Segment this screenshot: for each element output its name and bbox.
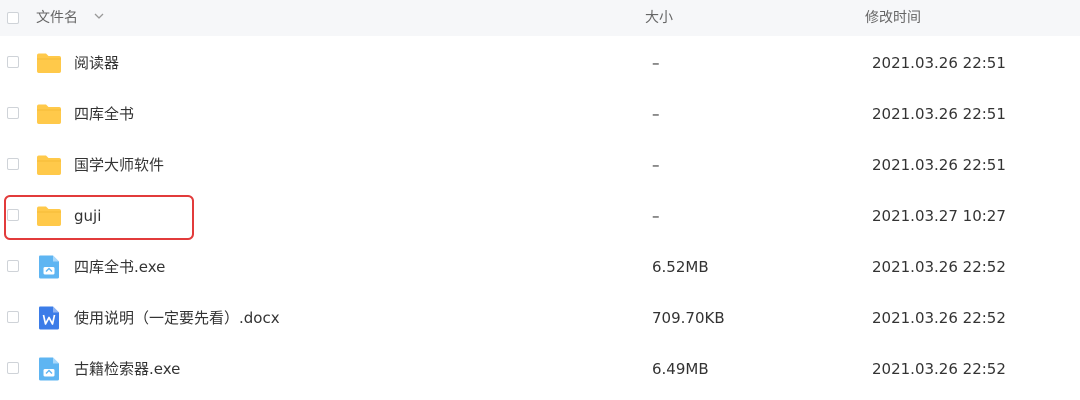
file-modified: 2021.03.26 22:52 bbox=[872, 360, 1006, 378]
chevron-down-icon[interactable] bbox=[94, 12, 104, 20]
file-modified: 2021.03.26 22:51 bbox=[872, 54, 1006, 72]
file-name: 四库全书 bbox=[74, 105, 135, 123]
row-checkbox[interactable] bbox=[7, 260, 19, 272]
folder-icon bbox=[37, 104, 61, 124]
file-size: 709.70KB bbox=[652, 309, 725, 327]
file-modified: 2021.03.26 22:51 bbox=[872, 156, 1006, 174]
file-name: 阅读器 bbox=[74, 54, 120, 72]
folder-icon bbox=[37, 155, 61, 175]
file-row[interactable]: 国学大师软件 – 2021.03.26 22:51 bbox=[0, 139, 1080, 190]
file-modified: 2021.03.27 10:27 bbox=[872, 207, 1006, 225]
row-checkbox[interactable] bbox=[7, 107, 19, 119]
exe-file-icon bbox=[39, 255, 59, 279]
word-document-icon bbox=[39, 306, 59, 330]
row-checkbox[interactable] bbox=[7, 158, 19, 170]
file-size: – bbox=[652, 54, 660, 72]
row-checkbox[interactable] bbox=[7, 362, 19, 374]
file-size: – bbox=[652, 156, 660, 174]
file-row[interactable]: 使用说明（一定要先看）.docx 709.70KB 2021.03.26 22:… bbox=[0, 292, 1080, 343]
file-modified: 2021.03.26 22:52 bbox=[872, 258, 1006, 276]
file-row[interactable]: 四库全书 – 2021.03.26 22:51 bbox=[0, 88, 1080, 139]
column-header-size[interactable]: 大小 bbox=[645, 9, 673, 27]
file-size: 6.52MB bbox=[652, 258, 709, 276]
file-name: 四库全书.exe bbox=[74, 258, 166, 276]
file-size: – bbox=[652, 105, 660, 123]
file-size: 6.49MB bbox=[652, 360, 709, 378]
column-header-name[interactable]: 文件名 bbox=[36, 9, 78, 27]
folder-icon bbox=[37, 53, 61, 73]
row-checkbox[interactable] bbox=[7, 311, 19, 323]
file-list-header: 文件名 大小 修改时间 bbox=[0, 0, 1080, 36]
file-row[interactable]: 古籍检索器.exe 6.49MB 2021.03.26 22:52 bbox=[0, 343, 1080, 394]
exe-file-icon bbox=[39, 357, 59, 381]
highlight-annotation bbox=[4, 195, 194, 240]
file-name: 使用说明（一定要先看）.docx bbox=[74, 309, 280, 327]
file-name: 古籍检索器.exe bbox=[74, 360, 181, 378]
column-header-modified[interactable]: 修改时间 bbox=[865, 9, 921, 27]
file-name: 国学大师软件 bbox=[74, 156, 165, 174]
file-row[interactable]: 四库全书.exe 6.52MB 2021.03.26 22:52 bbox=[0, 241, 1080, 292]
file-modified: 2021.03.26 22:52 bbox=[872, 309, 1006, 327]
file-size: – bbox=[652, 207, 660, 225]
select-all-checkbox[interactable] bbox=[7, 12, 19, 24]
row-checkbox[interactable] bbox=[7, 56, 19, 68]
file-modified: 2021.03.26 22:51 bbox=[872, 105, 1006, 123]
file-row[interactable]: 阅读器 – 2021.03.26 22:51 bbox=[0, 37, 1080, 88]
